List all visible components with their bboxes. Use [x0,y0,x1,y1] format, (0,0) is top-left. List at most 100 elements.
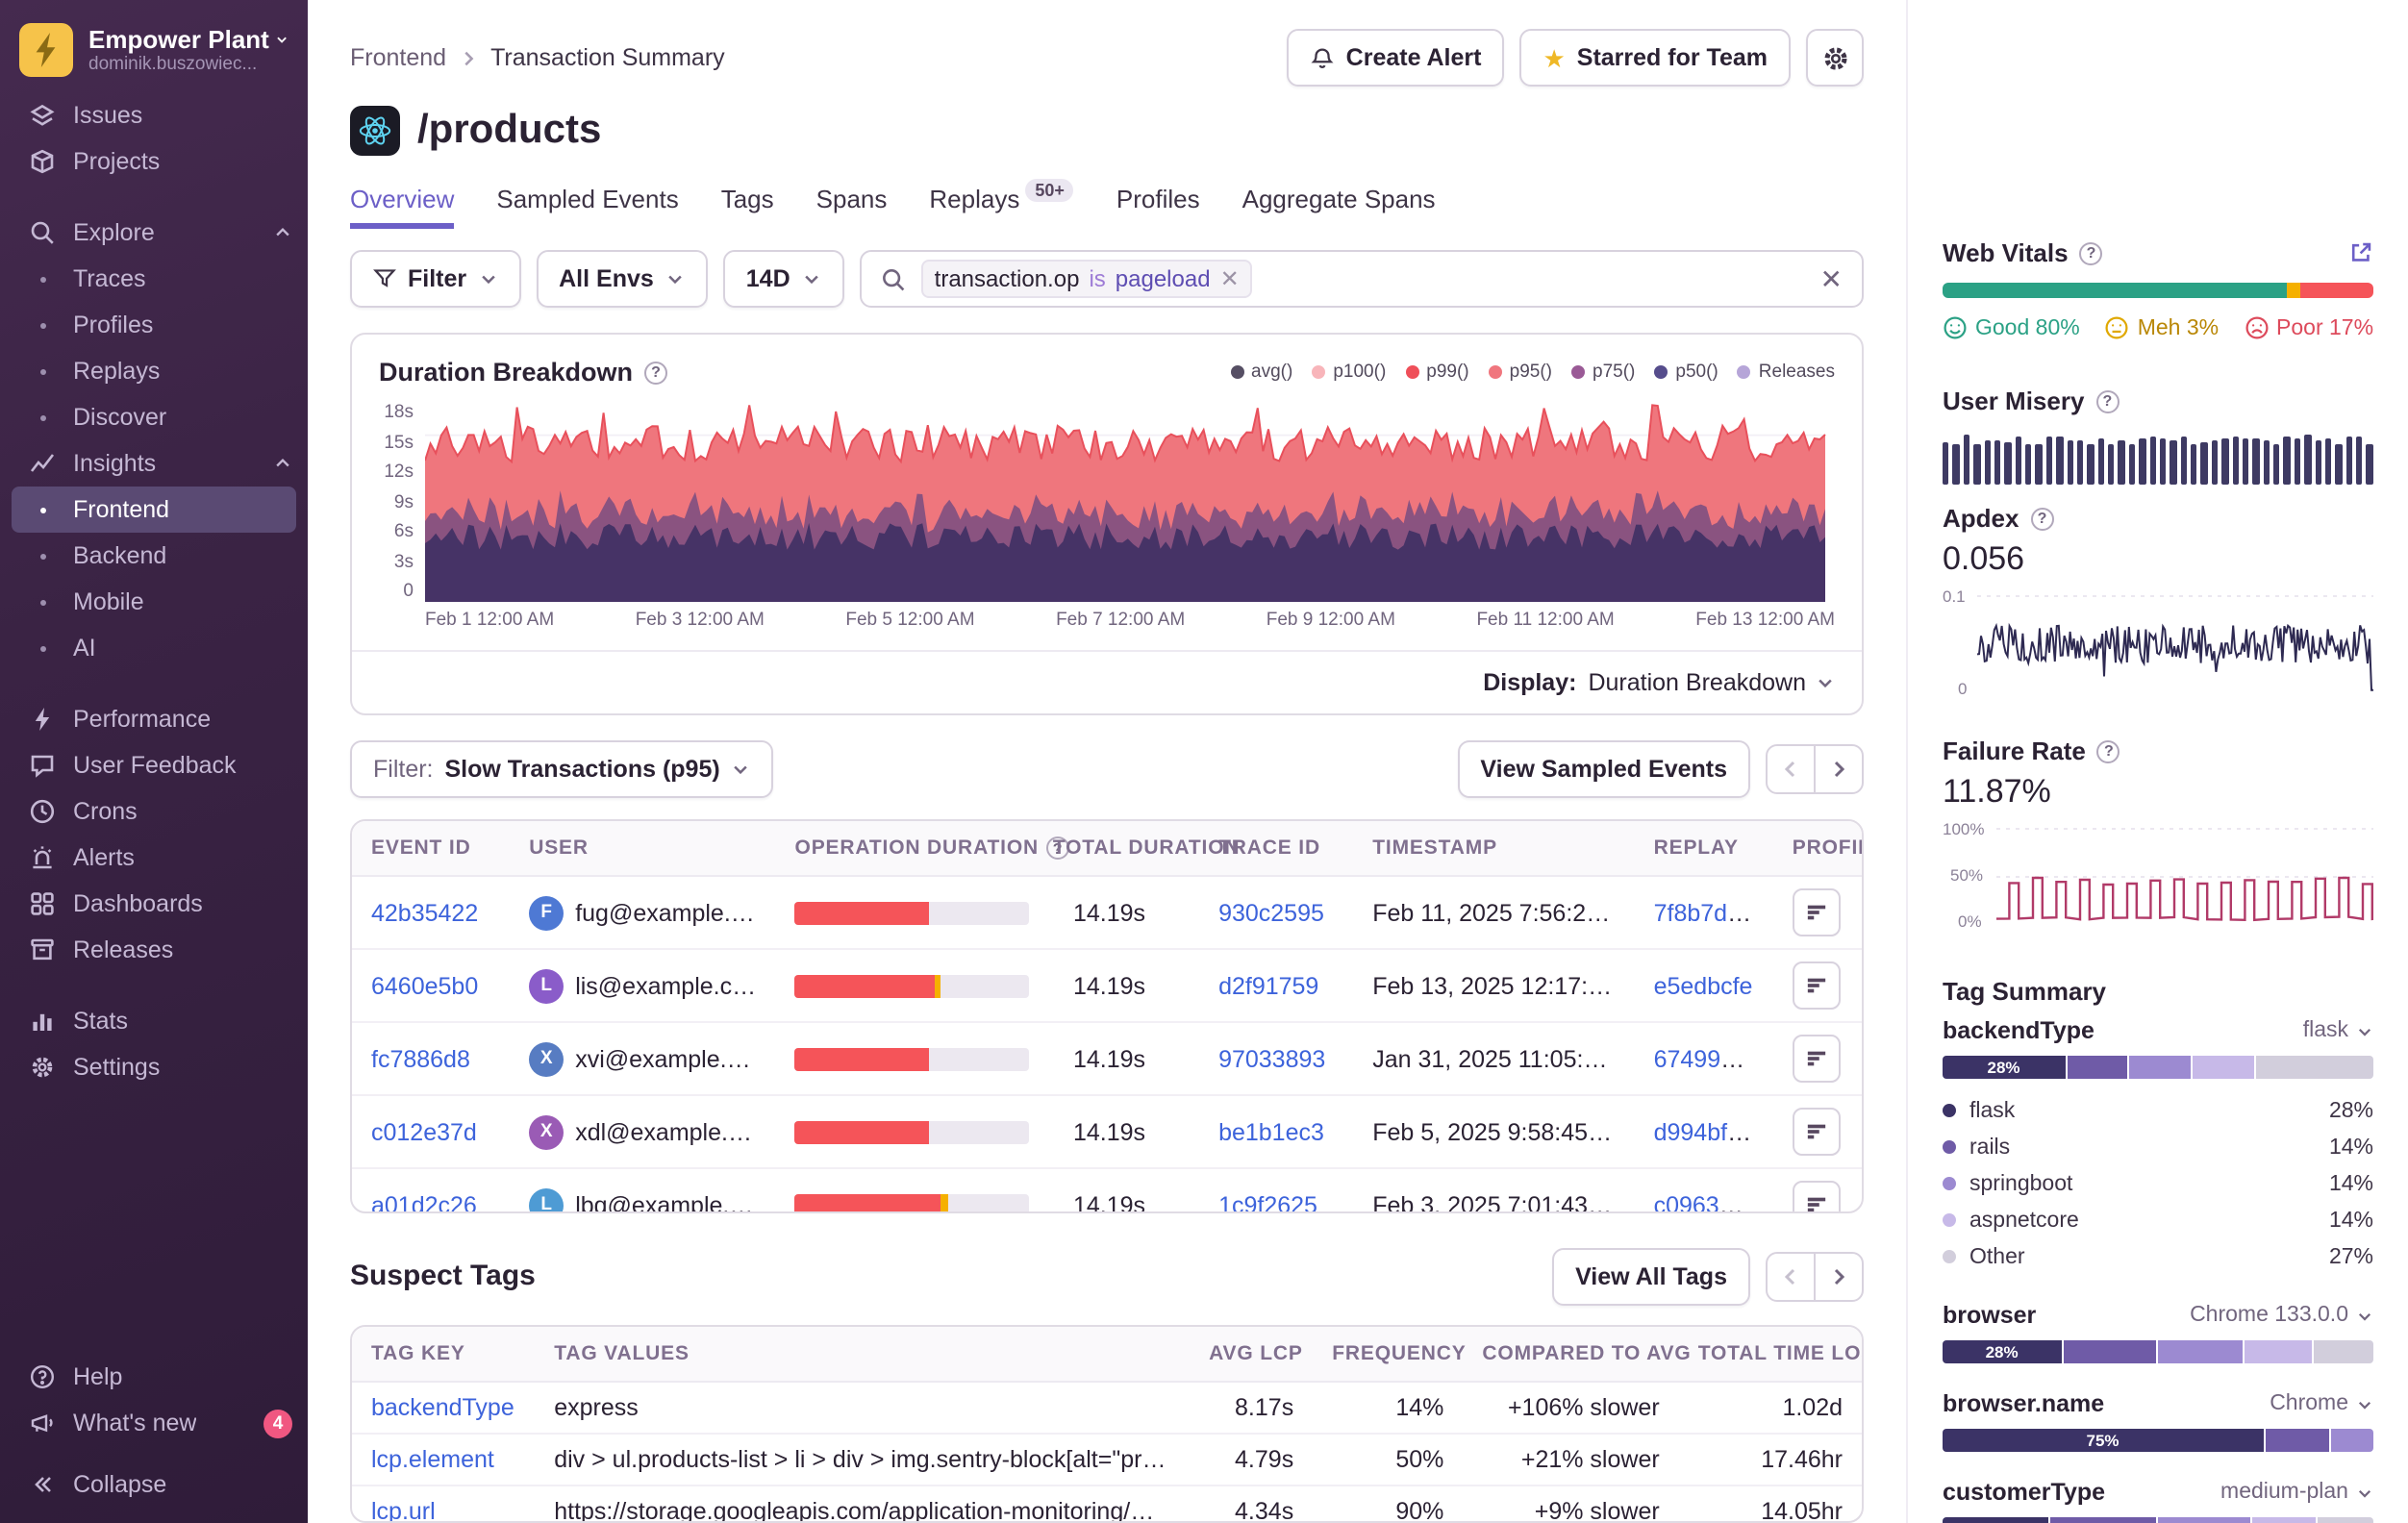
duration-breakdown-chart[interactable] [425,402,1835,602]
column-header-sorted[interactable]: TOTAL TIME LOST [1679,1326,1862,1381]
transaction-settings-button[interactable] [1806,29,1864,87]
sidebar-item-insights[interactable]: Insights [0,440,308,487]
view-all-tags-button[interactable]: View All Tags [1552,1247,1750,1305]
tag-value-dropdown[interactable]: Chrome [2270,1392,2373,1415]
tag-legend-row[interactable]: aspnetcore14% [1943,1202,2373,1238]
org-switcher[interactable]: Empower Plant dominik.buszowiec... [0,19,308,92]
sidebar-item-projects[interactable]: Projects [0,138,308,185]
sidebar-item-backend[interactable]: Backend [0,533,308,579]
sidebar-item-ai[interactable]: AI [0,625,308,671]
tab-overview[interactable]: Overview [350,185,454,229]
profile-button[interactable] [1793,1108,1841,1156]
column-header[interactable]: TRACE ID [1199,821,1353,876]
profile-button[interactable] [1793,961,1841,1010]
token-remove-icon[interactable]: ✕ [1220,267,1240,290]
column-header[interactable]: USER [510,821,775,876]
previous-page-button[interactable] [1766,1251,1816,1301]
create-alert-button[interactable]: Create Alert [1287,29,1505,87]
tag-key-link[interactable]: lcp.url [371,1497,436,1523]
tag-legend-row[interactable]: Other27% [1943,1238,2373,1275]
sidebar-item-releases[interactable]: Releases [0,927,308,973]
trace-id-link[interactable]: 1c9f2625 [1218,1191,1317,1212]
apdex-chart[interactable]: 0.1 0 [1943,587,2373,698]
tag-value-dropdown[interactable]: medium-plan [2220,1481,2373,1504]
tab-replays[interactable]: Replays50+ [929,185,1074,229]
sidebar-item-crons[interactable]: Crons [0,788,308,835]
starred-for-team-button[interactable]: ★ Starred for Team [1519,29,1791,87]
tab-sampled-events[interactable]: Sampled Events [496,185,678,229]
tab-aggregate-spans[interactable]: Aggregate Spans [1242,185,1436,229]
tag-legend-row[interactable]: rails14% [1943,1129,2373,1165]
sidebar-item-explore[interactable]: Explore [0,210,308,256]
event-id-link[interactable]: a01d2c26 [371,1191,477,1212]
replay-link[interactable]: e5edbcfe [1654,972,1753,999]
user-misery-chart[interactable] [1943,433,2373,485]
column-header[interactable]: FREQUENCY [1313,1326,1463,1381]
help-icon[interactable]: ? [2097,739,2120,762]
profile-button[interactable] [1793,888,1841,936]
tag-distribution-bar[interactable]: 75% [1943,1429,2373,1452]
sidebar-item-whats-new[interactable]: What's new 4 [0,1400,308,1446]
environment-dropdown[interactable]: All Envs [536,250,708,308]
sidebar-item-dashboards[interactable]: Dashboards [0,881,308,927]
view-sampled-events-button[interactable]: View Sampled Events [1457,740,1750,798]
legend-item[interactable]: avg() [1230,362,1292,383]
sidebar-item-help[interactable]: Help [0,1354,308,1400]
tag-value-dropdown[interactable]: Chrome 133.0.0 [2190,1304,2373,1327]
tab-tags[interactable]: Tags [721,185,774,229]
tag-key-link[interactable]: backendType [371,1393,514,1420]
breadcrumb-parent-link[interactable]: Frontend [350,44,446,71]
trace-id-link[interactable]: be1b1ec3 [1218,1118,1324,1145]
sidebar-item-issues[interactable]: Issues [0,92,308,138]
sidebar-item-alerts[interactable]: Alerts [0,835,308,881]
column-header[interactable]: COMPARED TO AVG [1463,1326,1678,1381]
profile-button[interactable] [1793,1181,1841,1212]
column-header[interactable]: TAG KEY [352,1326,535,1381]
tag-distribution-bar[interactable]: 28% [1943,1340,2373,1363]
legend-item[interactable]: p100() [1312,362,1386,383]
event-id-link[interactable]: fc7886d8 [371,1045,470,1072]
tag-legend-row[interactable]: springboot14% [1943,1165,2373,1202]
sidebar-item-profiles[interactable]: Profiles [0,302,308,348]
previous-page-button[interactable] [1766,744,1816,794]
column-header[interactable]: EVENT ID [352,821,510,876]
tab-spans[interactable]: Spans [816,185,888,229]
event-id-link[interactable]: c012e37d [371,1118,477,1145]
sidebar-item-replays[interactable]: Replays [0,348,308,394]
column-header[interactable]: TOTAL DURATION [1034,821,1199,876]
sidebar-item-frontend[interactable]: Frontend [12,487,296,533]
filter-dropdown[interactable]: Filter [350,250,520,308]
open-web-vitals-icon[interactable] [2348,240,2373,265]
tag-distribution-bar[interactable]: 25% [1943,1517,2373,1523]
sidebar-item-settings[interactable]: Settings [0,1044,308,1090]
sidebar-item-discover[interactable]: Discover [0,394,308,440]
help-icon[interactable]: ? [2030,507,2053,530]
column-header[interactable]: OPERATION DURATION? [776,821,1034,876]
help-icon[interactable]: ? [2095,389,2119,412]
tag-distribution-bar[interactable]: 28% [1943,1056,2373,1079]
trace-id-link[interactable]: 97033893 [1218,1045,1325,1072]
sidebar-item-performance[interactable]: Performance [0,696,308,742]
tag-key-link[interactable]: lcp.element [371,1445,494,1472]
help-icon[interactable]: ? [644,361,667,384]
legend-item[interactable]: p99() [1405,362,1468,383]
legend-item[interactable]: p50() [1654,362,1718,383]
column-header[interactable]: TIMESTAMP [1353,821,1634,876]
column-header[interactable]: AVG LCP [1190,1326,1313,1381]
column-header[interactable]: REPLAY [1635,821,1773,876]
failure-rate-chart[interactable]: 100% 50% 0% [1943,819,2373,931]
replay-link[interactable]: 67499e14 [1654,1045,1761,1072]
replay-link[interactable]: 7f8b7d1a [1654,899,1754,926]
legend-item[interactable]: Releases [1738,362,1835,383]
legend-item[interactable]: p95() [1489,362,1552,383]
trace-id-link[interactable]: d2f91759 [1218,972,1318,999]
next-page-button[interactable] [1814,1251,1864,1301]
display-dropdown[interactable]: Duration Breakdown [1588,669,1835,696]
profile-button[interactable] [1793,1035,1841,1083]
search-clear-icon[interactable]: ✕ [1820,265,1843,292]
tag-legend-row[interactable]: flask28% [1943,1092,2373,1129]
next-page-button[interactable] [1814,744,1864,794]
replay-link[interactable]: c0963d8b [1654,1191,1760,1212]
search-input[interactable]: transaction.op is pageload ✕ ✕ [860,250,1864,308]
event-id-link[interactable]: 6460e5b0 [371,972,478,999]
